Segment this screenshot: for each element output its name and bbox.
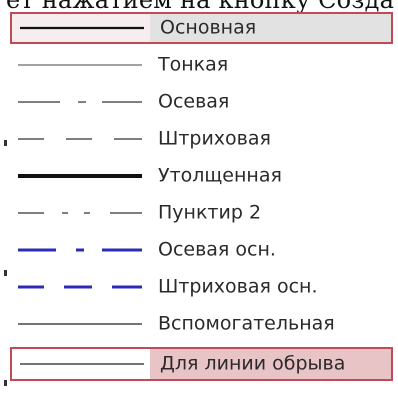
- line-dash-dot-main-blue-icon: [14, 234, 144, 266]
- line-style-list[interactable]: Основная Тонкая Осевая Штриховая Утолщен…: [10, 12, 398, 396]
- edge-mark: [4, 380, 7, 386]
- edge-mark: [4, 140, 7, 146]
- line-solid-main-icon: [16, 14, 146, 42]
- line-style-item-axial[interactable]: Осевая: [10, 86, 393, 118]
- line-style-item-dotted[interactable]: Пунктир 2: [10, 197, 393, 229]
- line-style-item-thick[interactable]: Утолщенная: [10, 160, 393, 192]
- line-style-label: Осевая осн.: [158, 238, 276, 261]
- line-style-item-dashed-main[interactable]: Штриховая осн.: [10, 271, 393, 303]
- line-style-item-break[interactable]: Для линии обрыва: [10, 347, 393, 381]
- line-style-screenshot: ет нажатием на кнопку Созда Основная Тон…: [0, 0, 398, 396]
- line-style-label: Вспомогательная: [158, 312, 335, 335]
- line-dashed-icon: [14, 123, 144, 155]
- line-style-label: Штриховая: [158, 127, 271, 150]
- line-style-item-thin[interactable]: Тонкая: [10, 49, 393, 81]
- line-dotted-icon: [14, 197, 144, 229]
- line-thick-icon: [14, 160, 144, 192]
- line-style-item-axial-main[interactable]: Осевая осн.: [10, 234, 393, 266]
- line-auxiliary-icon: [14, 308, 144, 340]
- line-style-label: Утолщенная: [158, 164, 282, 187]
- line-style-label: Осевая: [158, 90, 230, 113]
- line-style-label: Тонкая: [158, 53, 229, 76]
- line-style-label: Штриховая осн.: [158, 275, 318, 298]
- line-dash-dot-icon: [14, 86, 144, 118]
- line-style-item-auxiliary[interactable]: Вспомогательная: [10, 308, 393, 340]
- line-style-item-dashed[interactable]: Штриховая: [10, 123, 393, 155]
- line-style-label: Основная: [160, 16, 257, 39]
- line-break-icon: [16, 349, 146, 379]
- line-style-item-main[interactable]: Основная: [10, 12, 393, 44]
- line-style-label: Пунктир 2: [158, 201, 262, 224]
- line-thin-icon: [14, 49, 144, 81]
- line-dashed-main-blue-icon: [14, 271, 144, 303]
- edge-mark: [4, 270, 7, 276]
- line-style-label: Для линии обрыва: [160, 352, 346, 375]
